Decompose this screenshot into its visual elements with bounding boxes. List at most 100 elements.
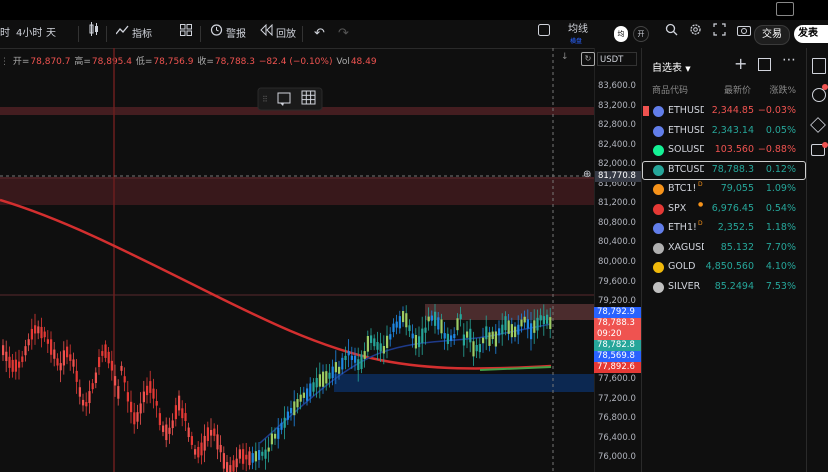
price-tick: 82,800.0 xyxy=(598,120,636,131)
price-tick: 76,400.0 xyxy=(598,432,636,443)
symbol-logo-icon xyxy=(653,223,664,234)
price-axis[interactable]: ↓ ↻ USDT 83,600.0 83,200.0 82,800.0 82,400.… xyxy=(561,48,642,472)
publish-button[interactable]: 发表 xyxy=(794,25,828,43)
candle-body xyxy=(69,354,72,361)
price-tick: 80,400.0 xyxy=(598,237,636,248)
candle-body xyxy=(123,376,126,383)
watchlist-row[interactable]: BTCUSD 78,788.3 0.12% xyxy=(642,160,806,180)
watchlist-row[interactable]: BTC1! D 79,055 1.09% xyxy=(642,180,806,199)
watchlist-row[interactable]: GOLD 4,850.560 4.10% xyxy=(642,258,806,277)
candle-body xyxy=(357,359,360,371)
symbol-name: GOLD xyxy=(668,261,696,272)
candle-body xyxy=(542,316,545,325)
candle-body xyxy=(322,371,325,387)
candle-body xyxy=(149,381,152,393)
candle-body xyxy=(146,385,149,396)
replay-button[interactable]: 回放 xyxy=(260,20,296,48)
trade-button[interactable]: 交易 xyxy=(754,25,790,45)
candle-body xyxy=(210,429,213,436)
axis-menu-icon[interactable]: ↓ xyxy=(561,52,573,64)
drag-handle-icon[interactable]: ⠿ xyxy=(262,95,268,104)
watchlist-row[interactable]: SOLUSD 103.560 −0.88% xyxy=(642,141,806,160)
candle-body xyxy=(488,332,491,346)
candle-body xyxy=(338,366,341,374)
candle-body xyxy=(536,317,539,331)
toggle-ma[interactable]: 均 xyxy=(614,26,628,42)
watchlist-row[interactable]: SPX ● 6,976.45 0.54% xyxy=(642,200,806,219)
interval-hour[interactable]: 时 xyxy=(0,20,10,48)
candle-body xyxy=(392,323,395,332)
candle-body xyxy=(354,355,357,363)
symbol-name: ETHUSD xyxy=(668,105,704,116)
window-layout-icon[interactable] xyxy=(776,2,794,16)
price-tick: 77,200.0 xyxy=(598,393,636,404)
fullscreen-icon[interactable] xyxy=(713,20,726,48)
col-price[interactable]: 最新价 xyxy=(724,83,751,96)
candle-body xyxy=(430,315,433,321)
redo-icon[interactable]: ↷ xyxy=(338,20,349,48)
candle-body xyxy=(56,358,59,366)
watchlist-row[interactable]: ETHUSD 2,343.14 0.05% xyxy=(642,122,806,141)
add-alert-plus-icon[interactable]: ⊕ xyxy=(583,169,591,180)
candle-body xyxy=(549,317,552,329)
camera-icon[interactable] xyxy=(737,20,751,48)
layouts-icon[interactable] xyxy=(180,20,192,48)
candle-body xyxy=(24,346,27,356)
toolbar-divider xyxy=(106,26,107,42)
layers-icon[interactable] xyxy=(810,117,826,133)
watchlist-column-headers: 商品代码 最新价 涨跌% xyxy=(642,80,806,98)
candle-body xyxy=(222,453,225,469)
watchlist-row[interactable]: XAGUSD 85.132 7.70% xyxy=(642,239,806,258)
watchlist-header: 自选表 ▼ + ⋯ xyxy=(642,48,806,80)
symbol-logo-icon xyxy=(653,145,664,156)
checkbox-icon[interactable] xyxy=(538,20,550,48)
settings-gear-icon[interactable] xyxy=(689,20,702,48)
indicators-button[interactable]: 指标 xyxy=(115,20,152,48)
top-toolbar: 时 4小时 天 指标 警报 回放 ↶ ↷ 均线 横盘 均 开 交易 发表 xyxy=(0,20,828,49)
candle-body xyxy=(306,388,309,401)
candle-body xyxy=(27,339,30,346)
candle-body xyxy=(200,442,203,456)
candle-body xyxy=(296,399,299,408)
col-change[interactable]: 涨跌% xyxy=(769,83,796,96)
candle-body xyxy=(498,328,501,336)
alerts-clock-icon[interactable] xyxy=(812,88,826,102)
currency-selector[interactable]: USDT xyxy=(597,52,637,66)
candle-body xyxy=(110,360,113,371)
candle-body xyxy=(504,316,507,331)
add-symbol-icon[interactable]: + xyxy=(734,54,747,73)
chart-area[interactable]: ⋮ 开=78,870.7 高=78,895.4 低=78,756.9 收=78,… xyxy=(0,48,642,472)
toggle-open[interactable]: 开 xyxy=(633,26,649,42)
alerts-button[interactable]: 警报 xyxy=(210,20,246,48)
watchlist-layout-icon[interactable] xyxy=(758,58,771,71)
candle-body xyxy=(30,328,33,340)
watchlist-list-icon[interactable] xyxy=(812,58,826,74)
candle-body xyxy=(293,401,296,416)
candle-body xyxy=(325,371,328,384)
undo-icon[interactable]: ↶ xyxy=(314,20,325,48)
candle-body xyxy=(178,395,181,411)
auto-scale-icon[interactable]: ↻ xyxy=(581,52,595,66)
col-symbol[interactable]: 商品代码 xyxy=(652,83,688,96)
candle-body xyxy=(408,325,411,332)
moving-average-line xyxy=(0,198,552,370)
interval-day[interactable]: 天 xyxy=(46,20,56,48)
watchlist-title[interactable]: 自选表 ▼ xyxy=(652,59,691,74)
search-icon[interactable] xyxy=(665,20,678,48)
candle-body xyxy=(418,336,421,348)
candle-body xyxy=(280,422,283,430)
interval-4h[interactable]: 4小时 xyxy=(16,20,42,48)
more-options-icon[interactable]: ⋯ xyxy=(782,52,796,68)
candle-body xyxy=(258,450,261,460)
candlestick-plot[interactable]: ⠿ xyxy=(0,48,640,472)
watchlist-row[interactable]: SILVER 85.2494 7.53% xyxy=(642,278,806,297)
candle-type-icon[interactable] xyxy=(88,20,100,48)
candle-body xyxy=(264,449,267,459)
candle-body xyxy=(238,449,241,459)
toolbar-divider xyxy=(200,26,201,42)
watchlist-row[interactable]: ETH1! D 2,352.5 1.18% xyxy=(642,219,806,238)
symbol-marker: D xyxy=(698,220,703,227)
support-zone-blue xyxy=(334,374,594,392)
watchlist-row[interactable]: ETHUSD 2,344.85 −0.03% xyxy=(642,102,806,121)
flag-icon[interactable] xyxy=(643,106,649,116)
